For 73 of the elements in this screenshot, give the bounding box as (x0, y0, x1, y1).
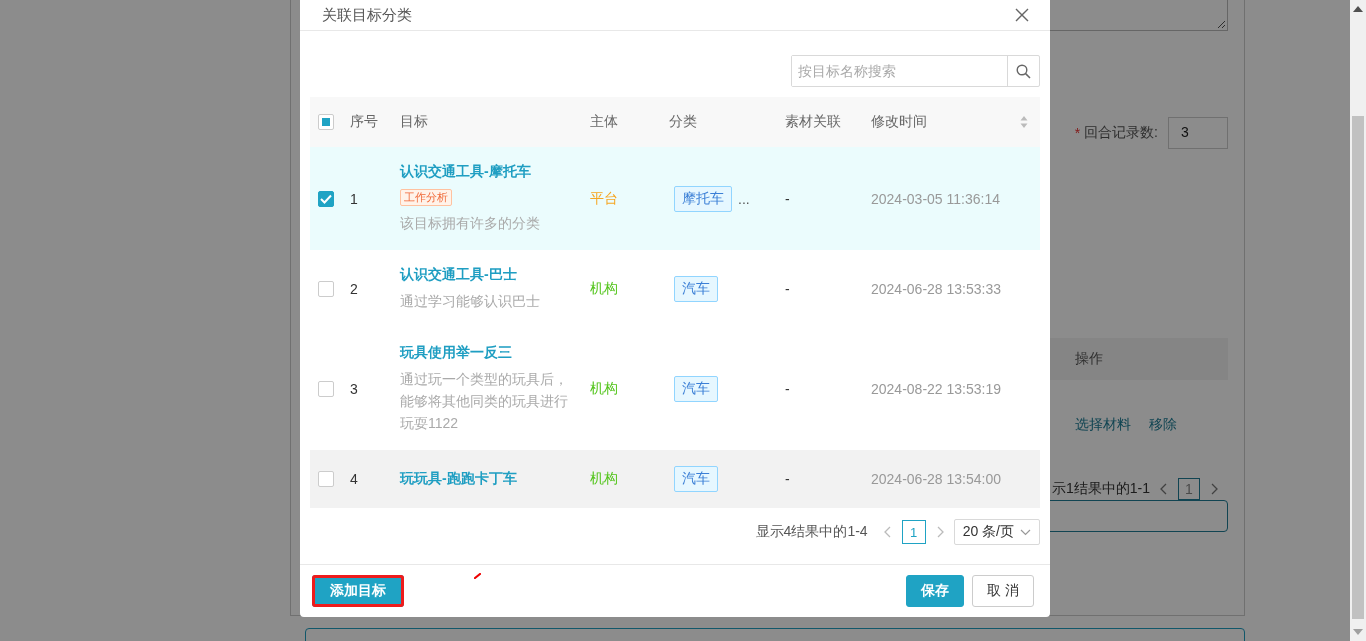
goal-description: 通过玩一个类型的玩具后，能够将其他同类的玩具进行玩耍1122 (400, 370, 569, 433)
column-header[interactable]: 修改时间 (871, 113, 1028, 131)
subject-text: 机构 (590, 380, 618, 396)
more-indicator: ... (738, 190, 750, 207)
previous-page-icon[interactable] (883, 526, 892, 538)
table-row[interactable]: 1 认识交通工具-摩托车 工作分析 该目标拥有许多的分类 平台 摩托车 ... - 2024-03-05 11:36:14 (310, 147, 1040, 250)
row-checkbox[interactable] (318, 381, 334, 397)
modified-time: 2024-06-28 13:54:00 (871, 471, 1001, 487)
sort-icon[interactable] (1020, 115, 1028, 129)
subject-text: 机构 (590, 280, 618, 296)
column-header: 素材关联 (785, 113, 841, 131)
row-checkbox[interactable] (318, 471, 334, 487)
page-number[interactable]: 1 (901, 520, 926, 544)
search-field[interactable]: 按目标名称搜索 (791, 55, 1040, 87)
materials-text: - (785, 190, 790, 207)
resize-grip-icon (1217, 20, 1225, 28)
row-checkbox[interactable] (318, 190, 334, 207)
table-row[interactable]: 2 认识交通工具-巴士 通过学习能够认识巴士 机构 汽车 - 2024-06-28 13:53:33 (310, 250, 1040, 328)
pagination-summary: 显示4结果中的1-4 (755, 523, 868, 541)
goal-description: 该目标拥有许多的分类 (400, 214, 540, 233)
goal-title-link[interactable]: 认识交通工具-摩托车 (400, 163, 531, 181)
column-header: 序号 (350, 113, 378, 131)
modified-time: 2024-03-05 11:36:14 (871, 190, 1000, 207)
page-number[interactable]: 1 (1178, 478, 1200, 500)
scroll-up-icon[interactable] (1353, 6, 1363, 12)
cancel-button[interactable]: 取 消 (972, 575, 1034, 607)
next-page-icon[interactable] (935, 526, 944, 538)
goal-title-link[interactable]: 玩具使用举一反三 (400, 344, 512, 362)
dialog-title: 关联目标分类 (322, 5, 412, 25)
subject-text: 机构 (590, 470, 618, 486)
column-header: 分类 (669, 113, 697, 131)
goal-title-link[interactable]: 玩玩具-跑跑卡丁车 (400, 470, 517, 488)
required-asterisk: * (1074, 125, 1081, 141)
column-header: 主体 (590, 113, 618, 131)
pagination-summary: 示1结果中的1-1 (1051, 480, 1150, 498)
table-row[interactable]: 3 玩具使用举一反三 通过玩一个类型的玩具后，能够将其他同类的玩具进行玩耍1122 机构 汽车 - 2024-08-22 13:53:19 (310, 328, 1040, 450)
subject-text: 平台 (590, 189, 618, 206)
save-button[interactable]: 保存 (906, 575, 965, 607)
materials-text: - (785, 471, 790, 487)
category-tag: 汽车 (674, 276, 718, 302)
scrollbar-thumb[interactable] (1352, 116, 1364, 619)
next-page-icon[interactable] (1210, 483, 1218, 495)
row-number: 2 (350, 281, 358, 297)
select-all-checkbox[interactable] (318, 114, 334, 130)
modified-time: 2024-06-28 13:53:33 (871, 281, 1001, 297)
category-tag: 汽车 (674, 466, 718, 492)
previous-page-icon[interactable] (1160, 483, 1168, 495)
add-goal-button[interactable]: 添加目标 (312, 575, 404, 607)
modified-time: 2024-08-22 13:53:19 (871, 381, 1001, 397)
field-label: 回合记录数: (1084, 124, 1158, 142)
annotation-mark (474, 573, 481, 579)
table-row[interactable]: 4 玩玩具-跑跑卡丁车 机构 汽车 - 2024-06-28 13:54:00 (310, 450, 1040, 508)
materials-text: - (785, 381, 790, 397)
scrollbar[interactable] (1350, 0, 1366, 641)
column-header: 目标 (400, 113, 428, 131)
action-link[interactable]: 移除 (1149, 416, 1177, 434)
caret-icon (1020, 528, 1031, 536)
page-size-select[interactable]: 20 条/页 (953, 519, 1040, 545)
close-icon[interactable] (1015, 8, 1029, 22)
row-number: 4 (350, 471, 358, 487)
input-field[interactable]: 3 (1168, 117, 1228, 149)
goal-tag: 工作分析 (400, 189, 452, 206)
goal-title-link[interactable]: 认识交通工具-巴士 (400, 266, 517, 284)
category-tag: 摩托车 (674, 185, 732, 212)
row-number: 1 (350, 190, 358, 207)
row-number: 3 (350, 381, 358, 397)
row-checkbox[interactable] (318, 281, 334, 297)
column-header: 操作 (1075, 350, 1104, 368)
category-tag: 汽车 (674, 376, 718, 402)
scroll-down-icon[interactable] (1353, 629, 1363, 635)
action-link[interactable]: 选择材料 (1075, 416, 1131, 434)
goal-description: 通过学习能够认识巴士 (400, 292, 540, 311)
materials-text: - (785, 281, 790, 297)
